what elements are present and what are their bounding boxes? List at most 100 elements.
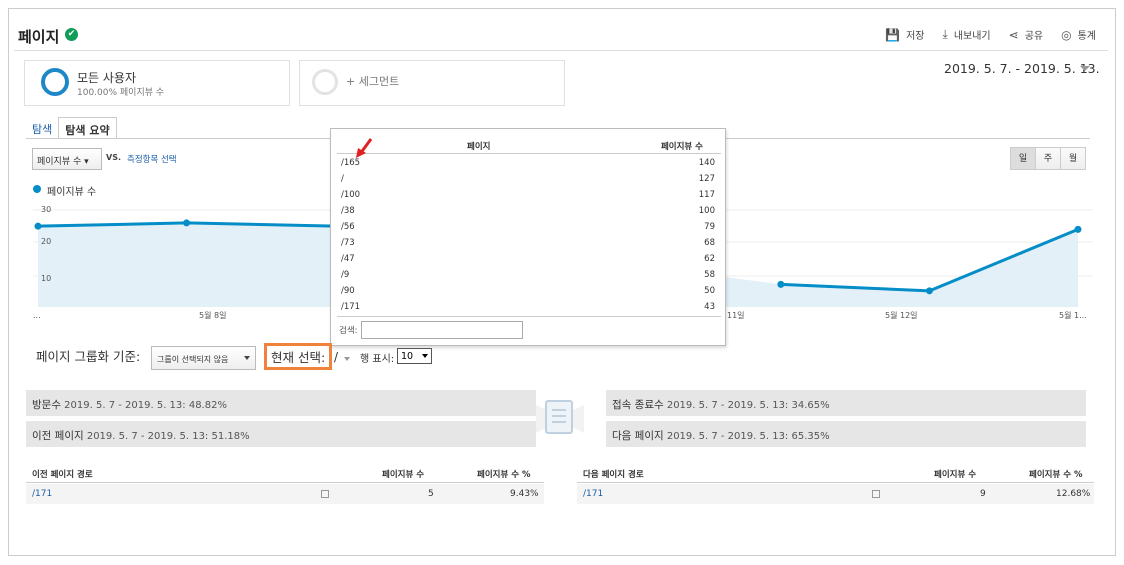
chart-data-point[interactable]	[777, 280, 785, 288]
next-pages-value: 2019. 5. 7 - 2019. 5. 13: 65.35%	[666, 431, 830, 442]
y-tick-20: 20	[41, 237, 51, 246]
popup-row[interactable]: /47 62	[341, 254, 715, 264]
popup-row[interactable]: /100 117	[341, 190, 715, 200]
period-day-button[interactable]: 일	[1010, 147, 1036, 170]
report-toolbar: 💾 저장 ⤓ 내보내기 ⋖ 공유 ◎ 통계	[885, 27, 1096, 42]
popup-row[interactable]: /73 68	[341, 238, 715, 248]
chart-data-point[interactable]	[34, 222, 42, 230]
export-label: 내보내기	[953, 31, 991, 42]
date-range-picker[interactable]: 2019. 5. 7. - 2019. 5. 13.	[944, 61, 1100, 76]
share-icon: ⋖	[1008, 27, 1019, 42]
copy-icon[interactable]	[872, 490, 880, 498]
popup-row-views: 79	[704, 222, 715, 232]
popup-row-views: 68	[704, 238, 715, 248]
period-month-button[interactable]: 월	[1060, 147, 1086, 170]
chart-data-point[interactable]	[925, 287, 933, 295]
table-row	[26, 484, 544, 504]
metric-select-value: 페이지뷰 수	[37, 157, 82, 167]
popup-col-page: 페이지	[467, 142, 491, 152]
previous-pages-value: 2019. 5. 7 - 2019. 5. 13: 51.18%	[86, 431, 250, 442]
header-divider	[14, 50, 1108, 51]
popup-row[interactable]: /90 50	[341, 286, 715, 296]
export-button[interactable]: ⤓ 내보내기	[943, 27, 991, 42]
next-row-pct: 12.68%	[1056, 489, 1091, 499]
current-selection-value[interactable]: /	[334, 350, 338, 364]
tab-explorer[interactable]: 탐색	[26, 117, 58, 138]
rows-show-label: 행 표시:	[360, 354, 395, 365]
popup-row[interactable]: /165 140	[341, 158, 715, 168]
popup-row-page: /165	[341, 158, 361, 168]
popup-row-page: /90	[341, 286, 355, 296]
share-button[interactable]: ⋖ 공유	[1008, 27, 1044, 43]
copy-icon[interactable]	[321, 490, 329, 498]
compare-metric-link[interactable]: 측정항목 선택	[127, 153, 177, 165]
popup-header-divider	[337, 153, 721, 154]
popup-row-page: /73	[341, 238, 355, 248]
segment-subtitle: 100.00% 페이지뷰 수	[77, 88, 165, 98]
grouping-label: 페이지 그룹화 기준:	[36, 349, 141, 364]
y-tick-30: 30	[41, 205, 51, 214]
tab-explorer-summary[interactable]: 탐색 요약	[58, 117, 117, 138]
prev-row-path-link[interactable]: /171	[32, 489, 52, 499]
save-icon: 💾	[885, 27, 901, 42]
save-label: 저장	[906, 31, 925, 42]
popup-row-page: /	[341, 174, 344, 184]
popup-row[interactable]: /171 43	[341, 302, 715, 312]
insights-label: 통계	[1077, 31, 1096, 42]
report-tabs: 탐색 탐색 요약	[26, 117, 117, 138]
popup-row-page: /9	[341, 270, 350, 280]
page-document-icon	[545, 400, 573, 434]
table-row	[577, 484, 1094, 504]
period-week-button[interactable]: 주	[1035, 147, 1061, 170]
chart-data-point[interactable]	[183, 219, 191, 227]
next-row-views: 9	[980, 489, 986, 499]
next-col-pct: 페이지뷰 수 %	[1029, 470, 1083, 480]
chart-data-point[interactable]	[1074, 225, 1082, 233]
popup-row[interactable]: /9 58	[341, 270, 715, 280]
segment-card-all-users[interactable]: 모든 사용자 100.00% 페이지뷰 수	[24, 60, 290, 106]
popup-row[interactable]: /56 79	[341, 222, 715, 232]
share-label: 공유	[1024, 31, 1044, 42]
current-selection-caret-icon[interactable]	[344, 357, 350, 361]
grouping-select[interactable]: 그룹이 선택되지 않음	[151, 346, 256, 370]
chevron-down-icon[interactable]	[1080, 66, 1090, 71]
popup-row-page: /100	[341, 190, 361, 200]
segment-name: 모든 사용자	[77, 71, 137, 85]
next-table-divider	[577, 482, 1094, 483]
popup-row-views: 58	[704, 270, 715, 280]
add-segment-label: + 세그먼트	[346, 75, 400, 88]
popup-row-views: 127	[698, 174, 715, 184]
insights-button[interactable]: ◎ 통계	[1061, 27, 1096, 43]
vs-label: VS.	[106, 153, 121, 162]
add-segment-card[interactable]: + 세그먼트	[299, 60, 565, 106]
x-label-start: ...	[33, 311, 41, 320]
popup-row-views: 117	[698, 190, 715, 200]
prev-col-pct: 페이지뷰 수 %	[477, 470, 531, 480]
rows-show-caret-icon	[422, 354, 428, 358]
popup-row[interactable]: /38 100	[341, 206, 715, 216]
next-row-path-link[interactable]: /171	[583, 489, 603, 499]
page-title: 페이지	[18, 28, 60, 46]
metric-select[interactable]: 페이지뷰 수 ▾	[32, 148, 102, 170]
next-col-path: 다음 페이지 경로	[583, 470, 644, 480]
popup-search-input[interactable]	[361, 321, 523, 339]
popup-row-page: /171	[341, 302, 361, 312]
legend-label: 페이지뷰 수	[47, 187, 97, 198]
exits-bar: 접속 종료수 2019. 5. 7 - 2019. 5. 13: 34.65%	[606, 390, 1086, 416]
previous-pages-bar: 이전 페이지 2019. 5. 7 - 2019. 5. 13: 51.18%	[26, 421, 536, 447]
entrances-value: 2019. 5. 7 - 2019. 5. 13: 48.82%	[64, 400, 227, 411]
popup-row-page: /38	[341, 206, 355, 216]
verified-check-icon: ✔	[65, 28, 78, 41]
entrances-bar: 방문수 2019. 5. 7 - 2019. 5. 13: 48.82%	[26, 390, 536, 416]
current-selection-label: 현재 선택:	[271, 350, 326, 365]
legend-marker-icon	[33, 185, 41, 193]
save-button[interactable]: 💾 저장	[885, 27, 925, 43]
x-label-may13: 5월 1...	[1059, 310, 1087, 320]
previous-pages-label: 이전 페이지	[32, 430, 84, 442]
x-label-may12: 5월 12일	[885, 310, 918, 320]
empty-segment-ring-icon	[312, 69, 338, 95]
period-toggle: 일 주 월	[1010, 147, 1086, 170]
x-label-may8: 5월 8일	[199, 310, 226, 320]
popup-row[interactable]: / 127	[341, 174, 715, 184]
prev-row-views: 5	[428, 489, 434, 499]
